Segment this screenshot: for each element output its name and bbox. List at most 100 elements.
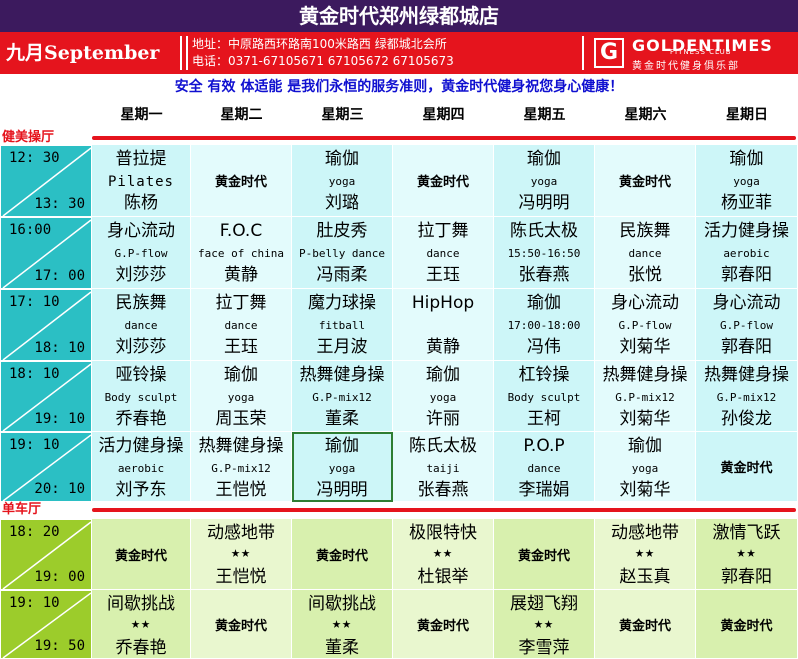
class-cell[interactable]: 瑜伽 yoga 杨亚菲 — [696, 145, 798, 217]
class-subtitle: dance — [426, 247, 460, 260]
class-cell[interactable]: 瑜伽 yoga 许丽 — [393, 361, 494, 432]
class-subtitle: G.P-mix12 — [312, 391, 372, 404]
time-slot: 17: 10 18: 10 — [0, 289, 92, 361]
class-name: 瑜伽 — [527, 149, 561, 169]
class-name: 瑜伽 — [729, 149, 764, 169]
class-cell[interactable]: 普拉提 Pilates 陈杨 — [92, 145, 191, 217]
page-title: 黄金时代郑州绿都城店 — [0, 0, 798, 32]
class-cell[interactable]: 活力健身操 aerobic 郭春阳 — [696, 217, 798, 289]
class-name: 陈氏太极 — [510, 221, 578, 241]
class-cell[interactable]: 间歇挑战 ★★ 董柔 — [292, 590, 393, 659]
class-cell[interactable]: 魔力球操 fitball 王月波 — [292, 289, 393, 361]
open-slot-cell[interactable]: 黄金时代 — [393, 590, 494, 659]
time-slot: 18: 20 19: 00 — [0, 519, 92, 590]
open-slot-cell[interactable]: 黄金时代 — [191, 145, 292, 217]
class-cell[interactable]: 展翅飞翔 ★★ 李雪萍 — [494, 590, 595, 659]
instructor-name: 周玉荣 — [215, 409, 267, 429]
open-slot-cell[interactable]: 黄金时代 — [494, 519, 595, 590]
class-cell[interactable]: P.O.P dance 李瑞娟 — [494, 432, 595, 502]
class-cell[interactable]: 热舞健身操 G.P-mix12 王恺悦 — [191, 432, 292, 502]
class-subtitle: aerobic — [117, 462, 165, 475]
class-cell[interactable]: 肚皮秀 P-belly dance 冯雨柔 — [292, 217, 393, 289]
class-subtitle: G.P-mix12 — [211, 462, 271, 475]
instructor-name: 冯雨柔 — [316, 265, 368, 285]
instructor-name: 刘菊华 — [619, 409, 671, 429]
class-cell[interactable]: 瑜伽 yoga 冯明明 — [494, 145, 595, 217]
class-name: 身心流动 — [712, 293, 781, 313]
class-name: 展翅飞翔 — [510, 594, 578, 614]
instructor-name: 冯伟 — [527, 337, 561, 357]
open-slot-label: 黄金时代 — [214, 175, 267, 190]
open-slot-cell[interactable]: 黄金时代 — [595, 590, 696, 659]
class-subtitle: G.P-mix12 — [716, 391, 777, 404]
class-cell[interactable]: 动感地带 ★★ 王恺悦 — [191, 519, 292, 590]
day-header: 星期五 — [523, 107, 566, 123]
class-cell[interactable]: 瑜伽 17:00-18:00 冯伟 — [494, 289, 595, 361]
class-name: 拉丁舞 — [417, 221, 469, 241]
class-cell[interactable]: 热舞健身操 G.P-mix12 刘菊华 — [595, 361, 696, 432]
class-cell[interactable]: 拉丁舞 dance 王珏 — [191, 289, 292, 361]
class-name: 间歇挑战 — [308, 594, 376, 614]
instructor-name: 王珏 — [426, 265, 460, 285]
open-slot-cell[interactable]: 黄金时代 — [292, 519, 393, 590]
open-slot-cell[interactable]: 黄金时代 — [595, 145, 696, 217]
class-cell[interactable]: 陈氏太极 15:50-16:50 张春燕 — [494, 217, 595, 289]
class-subtitle: 15:50-16:50 — [507, 247, 581, 260]
class-cell[interactable]: 身心流动 G.P-flow 刘莎莎 — [92, 217, 191, 289]
intensity-stars: ★★ — [634, 543, 656, 561]
class-name: 热舞健身操 — [704, 365, 789, 385]
class-subtitle: aerobic — [723, 247, 770, 260]
intensity-stars: ★★ — [533, 614, 555, 632]
class-name: 活力健身操 — [98, 436, 184, 456]
open-slot-cell[interactable]: 黄金时代 — [92, 519, 191, 590]
class-cell[interactable]: 哑铃操 Body sculpt 乔春艳 — [92, 361, 191, 432]
open-slot-cell[interactable]: 黄金时代 — [696, 432, 798, 502]
class-cell[interactable]: 间歇挑战 ★★ 乔春艳 — [92, 590, 191, 659]
divider — [186, 36, 188, 70]
class-name: 瑜伽 — [325, 149, 359, 169]
class-cell[interactable]: 极限特快 ★★ 杜银举 — [393, 519, 494, 590]
instructor-name: 李瑞娟 — [518, 480, 570, 500]
instructor-name: 刘莎莎 — [115, 337, 167, 357]
class-cell[interactable]: 动感地带 ★★ 赵玉真 — [595, 519, 696, 590]
class-name: F.O.C — [219, 221, 263, 241]
class-cell[interactable]: 杠铃操 Body sculpt 王柯 — [494, 361, 595, 432]
class-name: 陈氏太极 — [409, 436, 477, 456]
open-slot-label: 黄金时代 — [618, 175, 671, 190]
class-cell[interactable]: F.O.C face of china 黄静 — [191, 217, 292, 289]
class-name: 间歇挑战 — [107, 594, 175, 614]
open-slot-cell[interactable]: 黄金时代 — [191, 590, 292, 659]
class-subtitle: G.P-flow — [114, 247, 168, 260]
section-label: 健美操厅 — [2, 130, 55, 145]
class-subtitle: yoga — [530, 175, 558, 188]
class-cell[interactable]: 陈氏太极 taiji 张春燕 — [393, 432, 494, 502]
class-name: 普拉提 — [115, 149, 167, 169]
class-cell[interactable]: HipHop 黄静 — [393, 289, 494, 361]
class-cell[interactable]: 激情飞跃 ★★ 郭春阳 — [696, 519, 798, 590]
instructor-name: 乔春艳 — [115, 638, 167, 658]
instructor-name: 黄静 — [426, 337, 460, 357]
class-name: P.O.P — [523, 436, 565, 456]
open-slot-cell[interactable]: 黄金时代 — [696, 590, 798, 659]
class-cell[interactable]: 热舞健身操 G.P-mix12 孙俊龙 — [696, 361, 798, 432]
class-cell[interactable]: 拉丁舞 dance 王珏 — [393, 217, 494, 289]
class-subtitle: dance — [124, 319, 158, 332]
class-cell[interactable]: 身心流动 G.P-flow 郭春阳 — [696, 289, 798, 361]
class-cell[interactable]: 民族舞 dance 张悦 — [595, 217, 696, 289]
class-cell[interactable]: 民族舞 dance 刘莎莎 — [92, 289, 191, 361]
class-cell[interactable]: 瑜伽 yoga 刘菊华 — [595, 432, 696, 502]
day-header: 星期三 — [321, 107, 364, 123]
class-cell[interactable]: 身心流动 G.P-flow 刘菊华 — [595, 289, 696, 361]
end-time: 19: 00 — [34, 569, 85, 585]
start-time: 18: 10 — [9, 366, 60, 382]
class-subtitle: 17:00-18:00 — [507, 319, 581, 332]
open-slot-cell[interactable]: 黄金时代 — [393, 145, 494, 217]
start-time: 19: 10 — [9, 437, 60, 453]
class-cell[interactable]: 瑜伽 yoga 冯明明 — [292, 432, 393, 502]
class-cell[interactable]: 瑜伽 yoga 周玉荣 — [191, 361, 292, 432]
class-cell[interactable]: 瑜伽 yoga 刘璐 — [292, 145, 393, 217]
class-cell[interactable]: 活力健身操 aerobic 刘予东 — [92, 432, 191, 502]
class-subtitle: fitball — [318, 319, 366, 332]
class-cell[interactable]: 热舞健身操 G.P-mix12 董柔 — [292, 361, 393, 432]
instructor-name: 张春燕 — [518, 265, 570, 285]
